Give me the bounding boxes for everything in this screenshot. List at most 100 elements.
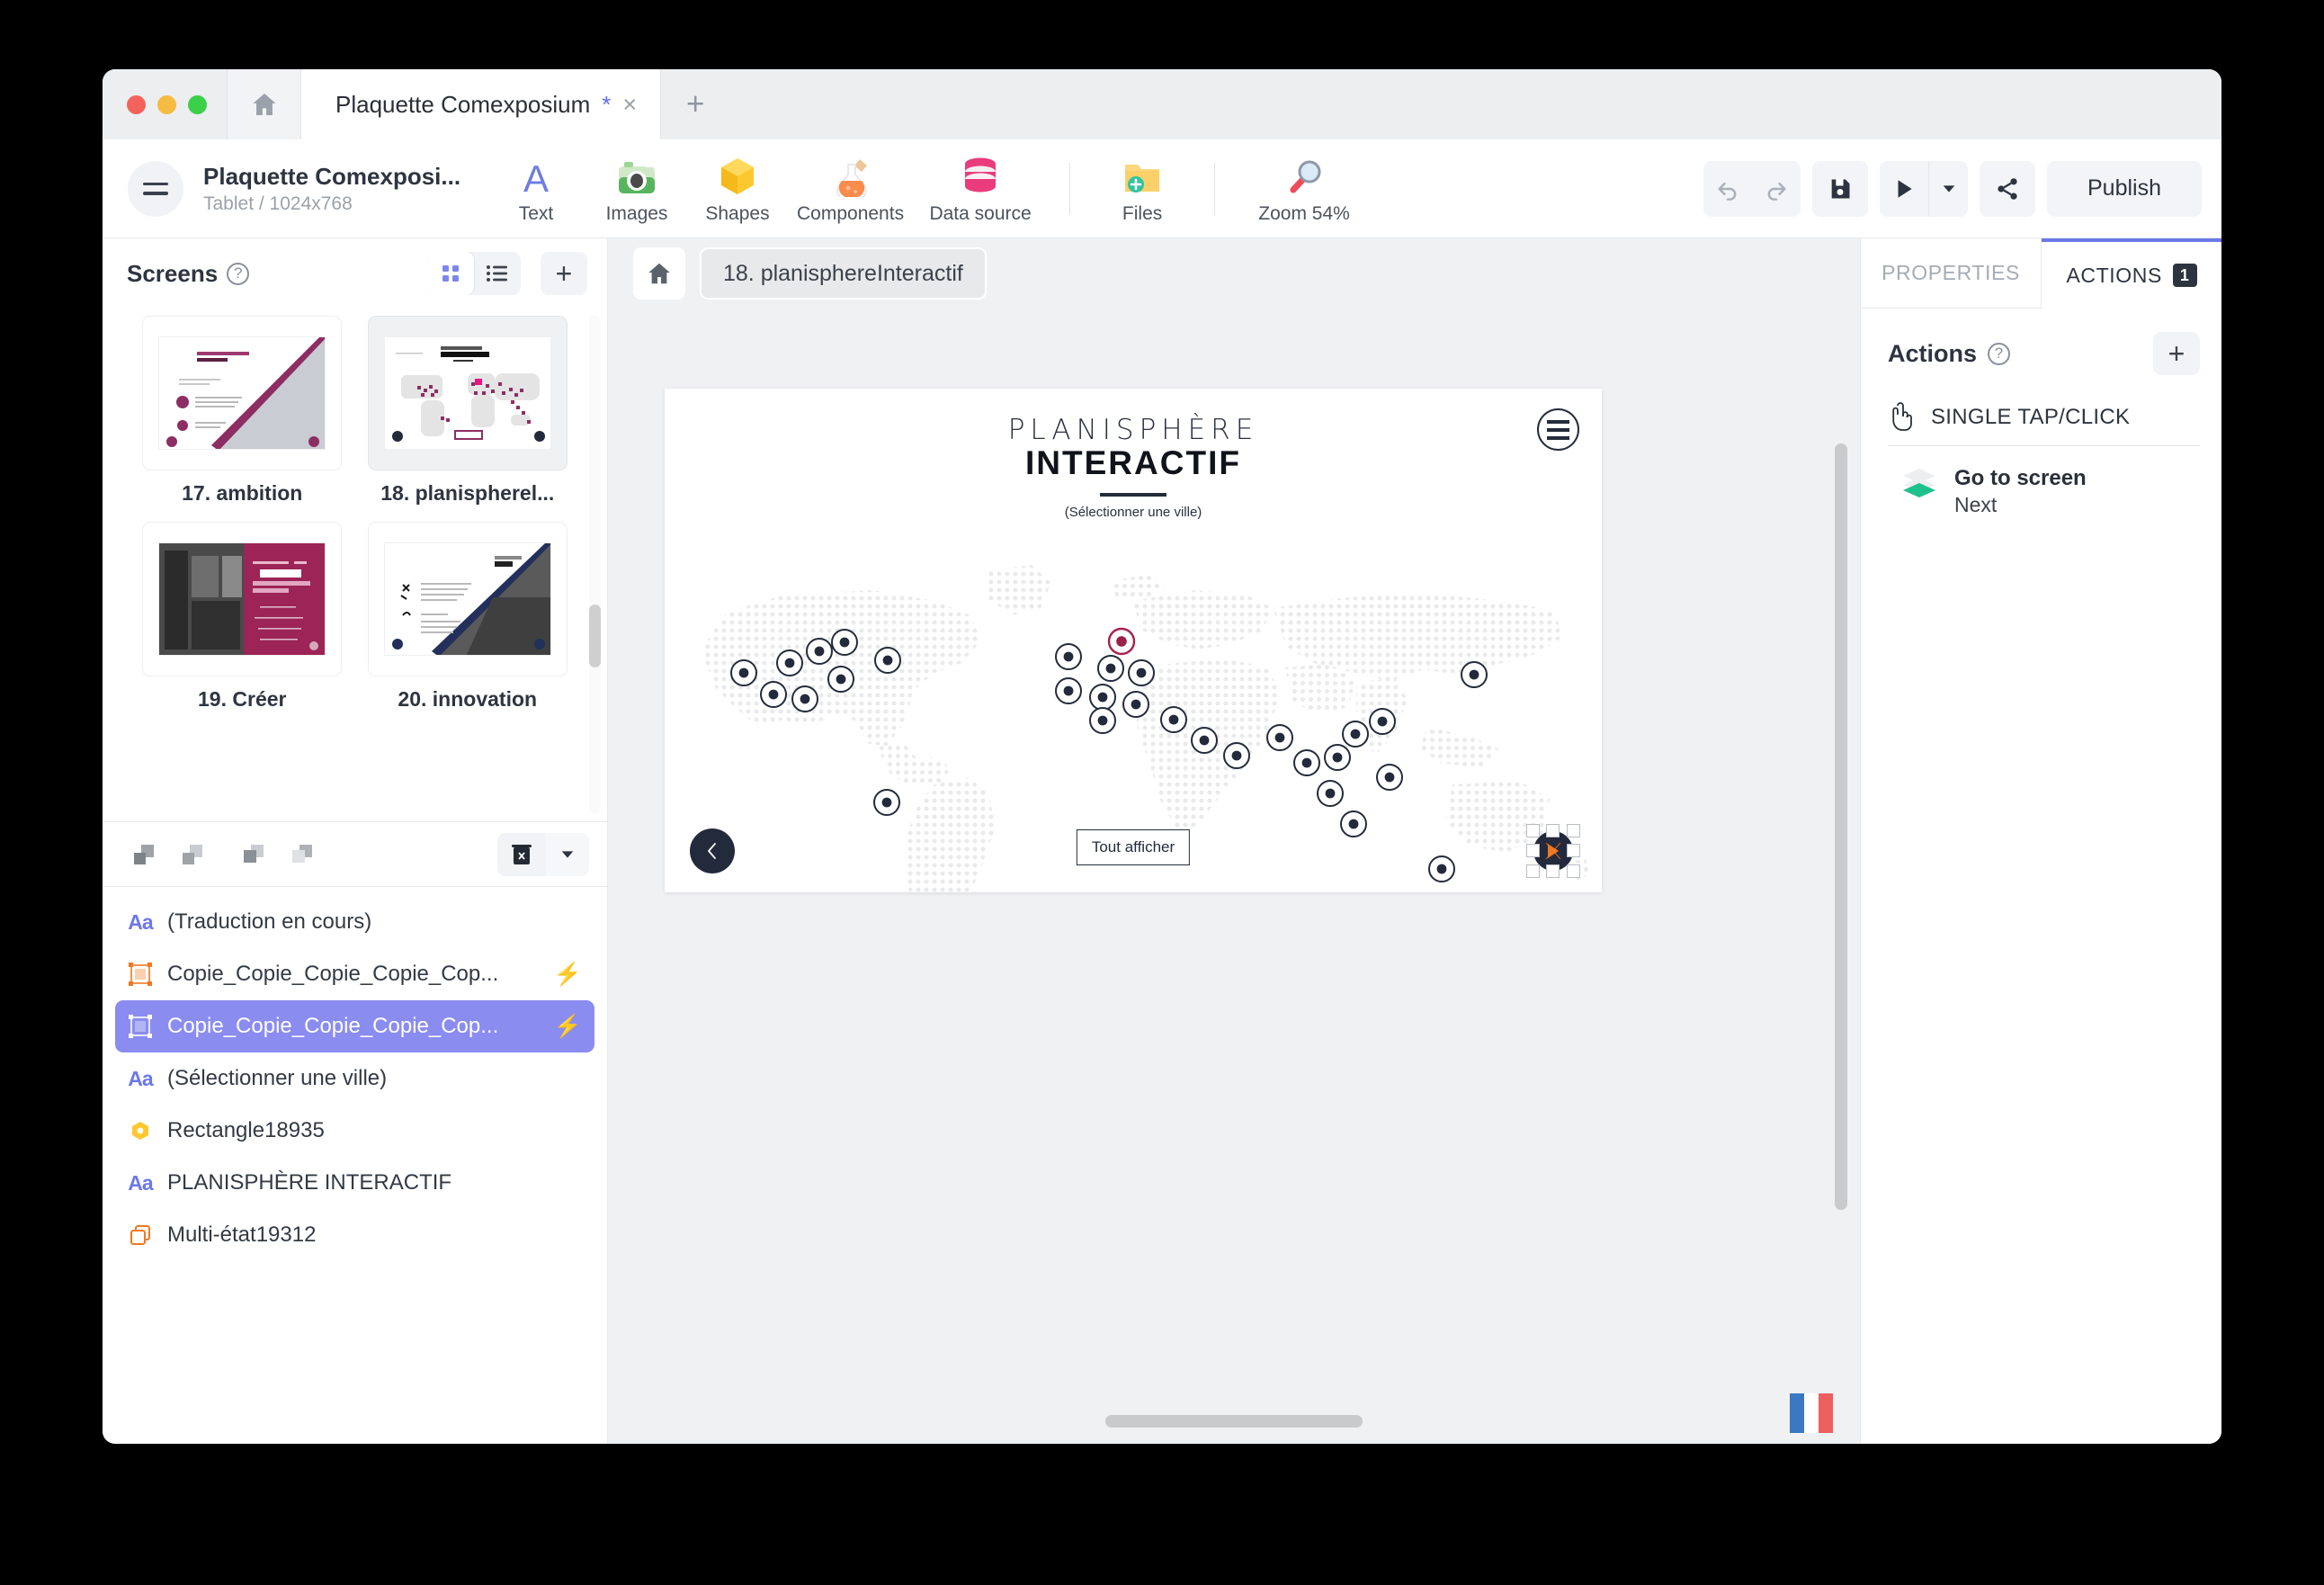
breadcrumb[interactable]: 18. planisphereInteractif [700, 247, 987, 300]
map-marker[interactable] [1293, 749, 1320, 776]
resize-handle-sw[interactable] [1526, 864, 1540, 878]
save-button[interactable] [1812, 160, 1868, 217]
map-marker[interactable] [1160, 706, 1187, 733]
maximize-window-button[interactable] [188, 94, 207, 114]
map-marker[interactable] [831, 629, 858, 656]
map-marker[interactable] [827, 666, 854, 693]
resize-handle-se[interactable] [1567, 864, 1580, 878]
resize-handle-w[interactable] [1526, 844, 1540, 857]
layer-row[interactable]: Aa (Traduction en cours) [115, 896, 594, 948]
preview-button[interactable] [1880, 161, 1928, 217]
screens-scrollbar[interactable] [589, 316, 601, 814]
canvas-home-button[interactable] [633, 247, 685, 300]
map-marker-selected[interactable] [1107, 627, 1136, 656]
map-marker[interactable] [1055, 677, 1082, 704]
canvas-horizontal-scrollbar[interactable] [1105, 1415, 1363, 1428]
question-mark-icon[interactable]: ? [227, 262, 250, 285]
screen-thumb-17-ambition[interactable]: 17. ambition [130, 309, 355, 515]
map-marker[interactable] [1317, 780, 1344, 807]
hamburger-circle-icon[interactable] [1537, 408, 1579, 451]
layer-row[interactable]: Aa PLANISPHÈRE INTERACTIF [115, 1157, 594, 1209]
map-marker[interactable] [1342, 721, 1369, 748]
undo-button[interactable] [1703, 161, 1752, 217]
map-marker[interactable] [1461, 661, 1488, 688]
resize-handle-ne[interactable] [1567, 824, 1580, 837]
map-marker[interactable] [1266, 724, 1293, 751]
map-marker[interactable] [776, 649, 803, 676]
resize-handle-s[interactable] [1546, 864, 1560, 878]
tab-actions[interactable]: ACTIONS 1 [2042, 238, 2221, 309]
map-marker[interactable] [873, 789, 900, 816]
minimize-window-button[interactable] [157, 94, 176, 114]
new-tab-button[interactable]: + [661, 69, 729, 139]
tool-text[interactable]: A Text [486, 148, 586, 228]
map-marker[interactable] [874, 647, 901, 674]
resize-handle-e[interactable] [1567, 844, 1580, 857]
tool-zoom[interactable]: Zoom 54% [1237, 148, 1372, 228]
layer-row[interactable]: Rectangle18935 [115, 1105, 594, 1157]
browser-tab-active[interactable]: Plaquette Comexposium * × [301, 69, 662, 139]
map-marker[interactable] [1324, 744, 1351, 771]
tab-properties[interactable]: PROPERTIES [1861, 238, 2042, 309]
main-menu-button[interactable] [128, 160, 183, 217]
map-marker[interactable] [1191, 727, 1218, 754]
screen-thumb-18-planisphere[interactable]: 18. planispherel... [355, 309, 581, 515]
question-mark-icon[interactable]: ? [1988, 342, 2011, 365]
map-marker[interactable] [1055, 643, 1082, 670]
map-marker[interactable] [1376, 764, 1403, 791]
tool-data-source[interactable]: Data source [913, 148, 1048, 228]
map-marker[interactable] [1122, 691, 1149, 718]
map-marker[interactable] [1089, 707, 1116, 734]
action-event-row[interactable]: SINGLE TAP/CLICK [1888, 402, 2200, 446]
screen-thumb-20-innovation[interactable]: 20. innovation [355, 515, 581, 721]
map-marker[interactable] [791, 685, 818, 712]
action-item[interactable]: Go to screen Next [1900, 466, 2200, 517]
publish-button[interactable]: Publish [2047, 160, 2202, 217]
titlebar-home-button[interactable] [227, 69, 301, 139]
layer-row[interactable]: Copie_Copie_Copie_Copie_Cop... ⚡ [115, 1000, 594, 1052]
map-marker[interactable] [1097, 655, 1124, 682]
bring-to-front-icon[interactable] [126, 837, 162, 873]
screen-canvas[interactable]: PLANISPHÈRE INTERACTIF (Sélectionner une… [665, 389, 1602, 892]
add-screen-button[interactable]: + [541, 252, 587, 295]
canvas-vertical-scrollbar-thumb[interactable] [1835, 443, 1847, 1210]
tool-images[interactable]: Images [586, 148, 687, 228]
map-marker[interactable] [1340, 810, 1367, 837]
map-marker[interactable] [1428, 855, 1455, 882]
map-marker[interactable] [760, 681, 787, 708]
france-flag-icon[interactable] [1790, 1393, 1833, 1433]
layer-row[interactable]: Copie_Copie_Copie_Copie_Cop... ⚡ [115, 948, 594, 1000]
tool-shapes[interactable]: Shapes [687, 148, 788, 228]
list-view-icon[interactable] [474, 252, 521, 295]
screens-scrollbar-thumb[interactable] [589, 604, 601, 668]
layer-row[interactable]: Aa (Sélectionner une ville) [115, 1052, 594, 1105]
resize-handle-n[interactable] [1546, 824, 1560, 837]
selected-object-widget[interactable] [1526, 824, 1580, 878]
screen-back-button[interactable] [690, 828, 735, 873]
layers-options-button[interactable] [546, 832, 589, 876]
bring-forward-icon[interactable] [236, 837, 272, 873]
canvas-stage[interactable]: PLANISPHÈRE INTERACTIF (Sélectionner une… [608, 309, 1860, 1444]
tool-files[interactable]: Files [1092, 148, 1193, 228]
redo-button[interactable] [1752, 161, 1801, 217]
map-marker[interactable] [806, 638, 833, 665]
close-window-button[interactable] [127, 94, 146, 114]
map-marker[interactable] [1369, 708, 1396, 735]
map-marker[interactable] [730, 659, 757, 686]
grid-view-icon[interactable] [427, 252, 474, 295]
resize-handle-nw[interactable] [1526, 824, 1540, 837]
map-marker[interactable] [1089, 684, 1116, 711]
preview-options-button[interactable] [1928, 160, 1968, 217]
tool-components[interactable]: Components [788, 148, 913, 228]
tab-close-button[interactable]: × [622, 92, 637, 117]
map-marker[interactable] [1223, 742, 1250, 769]
add-action-button[interactable]: + [2153, 332, 2200, 375]
screen-thumb-19-creer[interactable]: 19. Créer [130, 515, 355, 721]
map-marker[interactable] [1128, 659, 1155, 686]
layer-row[interactable]: Multi-état19312 [115, 1209, 594, 1261]
send-backward-icon[interactable] [284, 837, 320, 873]
delete-layer-button[interactable] [497, 832, 546, 876]
send-to-back-icon[interactable] [174, 837, 210, 873]
show-all-button[interactable]: Tout afficher [1076, 829, 1191, 865]
share-button[interactable] [1980, 160, 2035, 217]
